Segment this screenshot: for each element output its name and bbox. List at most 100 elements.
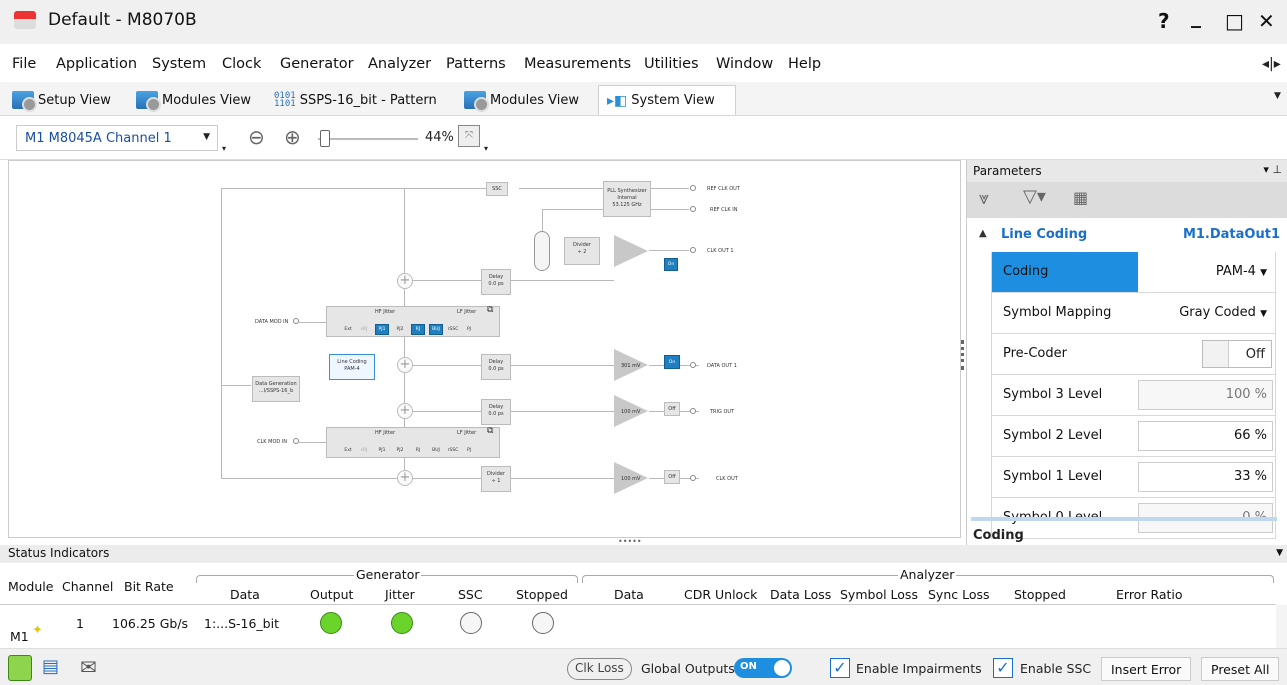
restore-button[interactable]: □ bbox=[1225, 9, 1244, 33]
clk-out-divider-block[interactable]: Divider ÷ 1 bbox=[481, 466, 511, 492]
menu-analyzer[interactable]: Analyzer bbox=[368, 56, 431, 72]
menu-window[interactable]: Window bbox=[716, 56, 773, 72]
clk-divider-block[interactable]: Divider ÷ 2 bbox=[564, 237, 600, 265]
collapse-all-icon[interactable]: ⩔ bbox=[979, 188, 989, 209]
pre-coder-toggle[interactable]: Off bbox=[1202, 340, 1272, 368]
menu-system[interactable]: System bbox=[152, 56, 206, 72]
menu-file[interactable]: File bbox=[12, 56, 36, 72]
pll-synthesizer-block[interactable]: PLL Synthesizer Internal 53.125 GHz bbox=[603, 181, 651, 217]
tab-system-view[interactable]: ▸◧ System View bbox=[598, 85, 736, 115]
data-out1-connector[interactable] bbox=[690, 362, 696, 368]
filter-icon[interactable]: ▽▾ bbox=[1023, 186, 1046, 207]
help-button[interactable]: ? bbox=[1158, 9, 1170, 33]
clk-jitter-block[interactable]: HF Jitter LF Jitter ⧉ Ext sRJ PJ1 PJ2 RJ… bbox=[326, 427, 500, 458]
status-lights-icon[interactable] bbox=[8, 655, 32, 681]
trig-out-connector[interactable] bbox=[690, 408, 696, 414]
menu-patterns[interactable]: Patterns bbox=[446, 56, 506, 72]
jitter-btn-srj[interactable]: sRJ bbox=[357, 324, 371, 335]
mail-icon[interactable]: ✉ bbox=[80, 655, 97, 679]
param-row-symbol-3[interactable]: Symbol 3 Level 100 % bbox=[991, 375, 1276, 416]
param-row-symbol-mapping[interactable]: Symbol Mapping Gray Coded ▼ bbox=[991, 293, 1276, 334]
param-value[interactable]: Gray Coded ▼ bbox=[1179, 305, 1267, 320]
tab-pattern[interactable]: 0101 1101 SSPS-16_bit - Pattern bbox=[266, 85, 446, 115]
ref-clk-out-connector[interactable] bbox=[690, 185, 696, 191]
clk-jitter-btn-ext[interactable]: Ext bbox=[341, 445, 355, 456]
zoom-slider[interactable] bbox=[318, 138, 418, 140]
tab-setup-view[interactable]: Setup View bbox=[4, 85, 122, 115]
report-icon[interactable]: ▤ bbox=[42, 656, 59, 677]
pin-icon[interactable]: ▾ ⊥ bbox=[1263, 163, 1282, 176]
clk-jitter-btn-pj2[interactable]: PJ2 bbox=[393, 445, 407, 456]
data-delay-block[interactable]: Delay 0.0 ps bbox=[481, 354, 511, 380]
jitter-btn-pj2[interactable]: PJ2 bbox=[393, 324, 407, 335]
global-outputs-toggle[interactable]: ON bbox=[734, 658, 792, 678]
zoom-slider-handle[interactable] bbox=[320, 130, 330, 147]
menu-help[interactable]: Help bbox=[788, 56, 821, 72]
clk-out1-amplifier[interactable] bbox=[614, 235, 648, 267]
fit-view-icon[interactable]: ⤧ bbox=[458, 125, 480, 147]
insert-error-button[interactable]: Insert Error bbox=[1101, 657, 1192, 681]
clk-jitter-btn-srj[interactable]: sRJ bbox=[357, 445, 371, 456]
menu-clock[interactable]: Clock bbox=[222, 56, 261, 72]
jitter-btn-rssc[interactable]: rSSC bbox=[445, 324, 461, 335]
preset-all-button[interactable]: Preset All bbox=[1201, 657, 1280, 681]
trig-delay-block[interactable]: Delay 0.0 ps bbox=[481, 399, 511, 425]
jitter-btn-buj[interactable]: BUJ bbox=[429, 324, 443, 335]
close-button[interactable]: ✕ bbox=[1258, 9, 1275, 33]
minimize-button[interactable]: _ bbox=[1191, 4, 1201, 28]
clk-out1-on-button[interactable]: On bbox=[664, 258, 678, 271]
clk-out1-connector[interactable] bbox=[690, 247, 696, 253]
clk-jitter-btn-buj[interactable]: BUJ bbox=[429, 445, 443, 456]
param-row-coding[interactable]: Coding PAM-4 ▼ bbox=[991, 252, 1276, 293]
clk-out-off-button[interactable]: Off bbox=[664, 470, 680, 484]
ref-clk-in-connector[interactable] bbox=[690, 206, 696, 212]
jitter-btn-ext[interactable]: Ext bbox=[341, 324, 355, 335]
popout-icon[interactable]: ⧉ bbox=[487, 427, 493, 436]
data-generation-block[interactable]: Data Generation ...I/SSPS-16_b bbox=[252, 376, 300, 402]
jitter-btn-pj1[interactable]: PJ1 bbox=[375, 324, 389, 335]
param-value[interactable]: PAM-4 ▼ bbox=[1216, 264, 1267, 279]
jitter-btn-pj[interactable]: PJ bbox=[463, 324, 475, 335]
collapse-section-icon[interactable]: ▲ bbox=[979, 228, 987, 239]
clk-jitter-btn-rssc[interactable]: rSSC bbox=[445, 445, 461, 456]
menu-generator[interactable]: Generator bbox=[280, 56, 354, 72]
menu-measurements[interactable]: Measurements bbox=[524, 56, 631, 72]
zoom-in-icon[interactable]: ⊕ bbox=[284, 125, 301, 149]
expand-arrows-icon[interactable]: ◂|▸ bbox=[1262, 56, 1281, 72]
description-divider[interactable] bbox=[971, 517, 1277, 521]
clk-out-connector[interactable] bbox=[690, 475, 696, 481]
section-header[interactable]: ▲ Line Coding M1.DataOut1 bbox=[967, 218, 1287, 252]
status-scrollbar[interactable] bbox=[1276, 605, 1287, 648]
tabs-overflow-icon[interactable]: ▼ bbox=[1274, 91, 1281, 101]
grid-icon[interactable]: ▦ bbox=[1073, 188, 1088, 207]
clk-jitter-btn-pj1[interactable]: PJ1 bbox=[375, 445, 389, 456]
menu-application[interactable]: Application bbox=[56, 56, 137, 72]
ssc-block[interactable]: SSC bbox=[486, 182, 508, 196]
channel-select[interactable]: M1 M8045A Channel 1 ▼ bbox=[16, 125, 218, 151]
enable-impairments-checkbox[interactable]: ✓ bbox=[830, 658, 850, 678]
chevron-down-icon[interactable]: ▼ bbox=[1276, 548, 1283, 558]
data-out1-on-button[interactable]: On bbox=[664, 355, 680, 369]
clk-mod-in-connector[interactable] bbox=[293, 438, 299, 444]
small-dropdown-icon-2[interactable]: ▾ bbox=[484, 144, 488, 153]
tab-modules-view[interactable]: Modules View bbox=[128, 85, 260, 115]
small-dropdown-icon[interactable]: ▾ bbox=[222, 144, 226, 153]
data-jitter-block[interactable]: HF Jitter LF Jitter ⧉ Ext sRJ PJ1 PJ2 RJ… bbox=[326, 306, 500, 337]
clk-delay-block[interactable]: Delay 0.0 ps bbox=[481, 269, 511, 295]
zoom-out-icon[interactable]: ⊖ bbox=[248, 125, 265, 149]
trig-out-off-button[interactable]: Off bbox=[664, 402, 680, 416]
data-mod-in-connector[interactable] bbox=[293, 318, 299, 324]
tab-modules-view-2[interactable]: Modules View bbox=[456, 85, 590, 115]
system-diagram-canvas[interactable]: SSC PLL Synthesizer Internal 53.125 GHz … bbox=[8, 160, 961, 538]
jitter-btn-rj[interactable]: RJ bbox=[411, 324, 425, 335]
popout-icon[interactable]: ⧉ bbox=[487, 306, 493, 315]
clk-jitter-btn-rj[interactable]: RJ bbox=[411, 445, 425, 456]
param-row-symbol-1[interactable]: Symbol 1 Level 33 % bbox=[991, 457, 1276, 498]
line-coding-block[interactable]: Line Coding PAM-4 bbox=[329, 354, 375, 380]
param-row-symbol-2[interactable]: Symbol 2 Level 66 % bbox=[991, 416, 1276, 457]
clk-jitter-btn-pj[interactable]: PJ bbox=[463, 445, 475, 456]
enable-ssc-checkbox[interactable]: ✓ bbox=[993, 658, 1013, 678]
param-row-pre-coder[interactable]: Pre-Coder Off bbox=[991, 334, 1276, 375]
menu-utilities[interactable]: Utilities bbox=[644, 56, 699, 72]
splitter-handle-vertical[interactable] bbox=[961, 340, 964, 370]
